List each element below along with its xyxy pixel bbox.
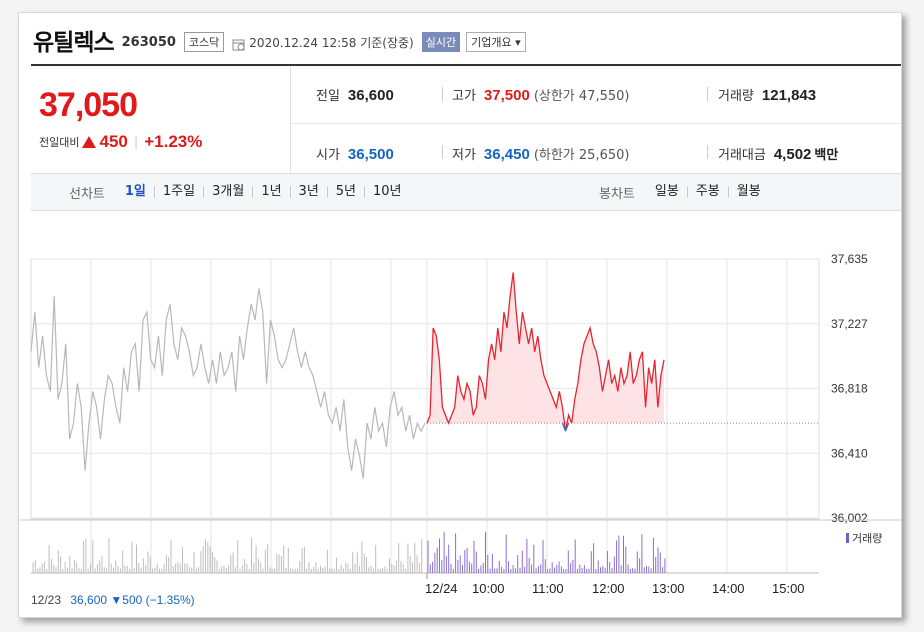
prev-day-date: 12/23: [31, 593, 62, 607]
today-fill: [427, 272, 664, 424]
volume-legend: 거래량: [846, 530, 882, 546]
prev-day-line: [30, 288, 426, 479]
y-tick-label: 36,410: [831, 446, 868, 460]
y-tick-label: 37,635: [831, 252, 868, 266]
x-tick-label: 15:00: [772, 581, 805, 596]
volume-legend-mark: [846, 533, 849, 543]
prev-day-info: 12/23 36,600 ▼500 (−1.35%): [31, 593, 195, 607]
price-chart[interactable]: 37,635 37,227 36,818 36,410 36,002 12/24 10:00…: [19, 13, 902, 618]
x-tick-label: 11:00: [532, 581, 564, 596]
prev-day-summary: 36,600 ▼500 (−1.35%): [70, 593, 195, 607]
volume-legend-label: 거래량: [852, 532, 883, 545]
y-tick-label: 36,002: [831, 511, 868, 525]
y-tick-label: 37,227: [831, 317, 868, 331]
x-tick-label: 12/24: [425, 581, 458, 596]
y-tick-label: 36,818: [831, 382, 868, 396]
x-tick-label: 10:00: [472, 581, 505, 596]
stock-widget: 유틸렉스 263050 코스닥 2020.12.24 12:58 기준(장중) …: [18, 12, 902, 618]
x-tick-label: 14:00: [712, 581, 745, 596]
x-tick-label: 12:00: [592, 581, 625, 596]
x-tick-label: 13:00: [652, 581, 685, 596]
